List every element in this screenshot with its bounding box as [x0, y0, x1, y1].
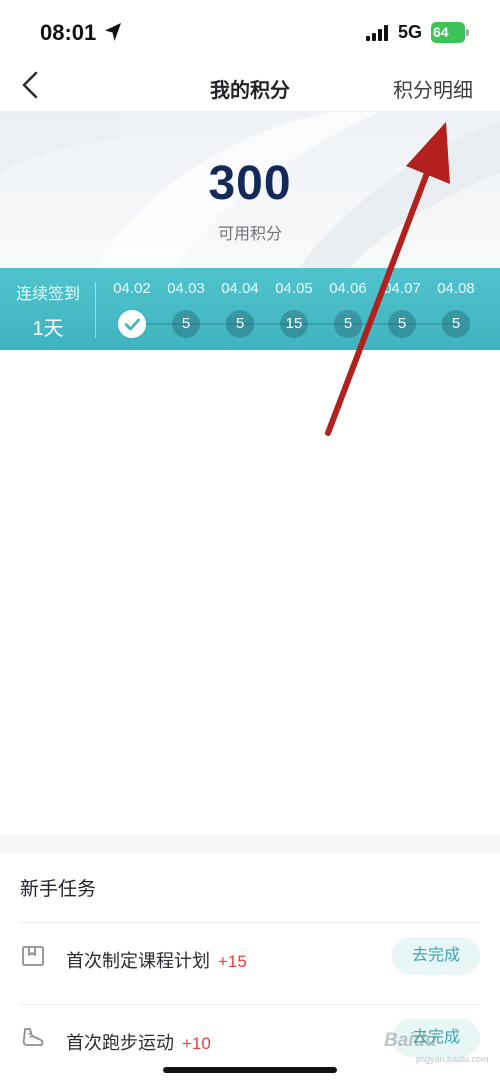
divider [95, 282, 96, 338]
battery-level: 64 [433, 24, 449, 40]
checkin-day: 04.03 5 [156, 268, 216, 350]
checkin-bar: 连续签到 1天 04.02 04.03 5 04.04 5 04.05 15 0… [0, 268, 500, 350]
battery-icon: 64 [431, 22, 471, 43]
nav-bar: 我的积分 积分明细 [0, 60, 500, 112]
task-name: 首次跑步运动 +10 [66, 1029, 211, 1055]
section-spacer [0, 835, 500, 853]
checkin-day-reward: 5 [388, 310, 416, 338]
checkin-day-reward: 5 [442, 310, 470, 338]
task-name-text: 首次制定课程计划 [66, 951, 210, 971]
points-value: 300 [208, 157, 292, 210]
checkin-day-signed [118, 310, 146, 338]
status-bar: 08:01 5G 64 [0, 0, 500, 66]
checkin-day: 04.07 5 [372, 268, 432, 350]
home-indicator [163, 1067, 337, 1073]
checkin-day: 04.02 [102, 268, 162, 350]
checkin-day-date: 04.06 [329, 280, 367, 297]
check-icon [124, 318, 140, 331]
checkin-day: 04.06 5 [318, 268, 378, 350]
task-name: 首次制定课程计划 +15 [66, 947, 247, 973]
checkin-day: 04.04 5 [210, 268, 270, 350]
checkin-day-reward: 5 [226, 310, 254, 338]
network-type: 5G [398, 22, 423, 42]
status-time: 08:01 [40, 20, 97, 45]
checkin-day-reward: 15 [280, 310, 308, 338]
checkin-day-date: 04.05 [275, 280, 313, 297]
shoe-icon [22, 1028, 44, 1046]
checkin-day: 04.05 15 [264, 268, 324, 350]
points-detail-link[interactable]: 积分明细 [393, 74, 473, 103]
checkin-day-date: 04.04 [221, 280, 259, 297]
checkin-day: 04.08 5 [426, 268, 486, 350]
task-item: 首次制定课程计划 +15 去完成 [0, 922, 500, 1000]
task-complete-button[interactable]: 去完成 [392, 937, 480, 975]
checkin-day-date: 04.02 [113, 280, 151, 297]
task-points: +15 [218, 952, 247, 971]
checkin-day-date: 04.03 [167, 280, 205, 297]
checkin-day-date: 04.07 [383, 280, 421, 297]
task-points: +10 [182, 1034, 211, 1053]
points-label: 可用积分 [217, 226, 282, 243]
points-summary: 300 可用积分 [0, 112, 500, 268]
streak-title: 连续签到 [15, 286, 80, 303]
signal-icon [366, 25, 388, 41]
watermark-sub: jingyan.baidu.com [416, 1054, 489, 1064]
watermark: Baidu [384, 1030, 437, 1051]
checkin-day-date: 04.08 [437, 280, 475, 297]
tasks-section-title: 新手任务 [20, 879, 97, 900]
location-arrow-icon [105, 23, 121, 41]
streak-days: 1天 [32, 318, 64, 340]
task-name-text: 首次跑步运动 [66, 1033, 174, 1053]
checkin-day-reward: 5 [172, 310, 200, 338]
checkin-day-reward: 5 [334, 310, 362, 338]
bookmark-icon [22, 946, 44, 966]
